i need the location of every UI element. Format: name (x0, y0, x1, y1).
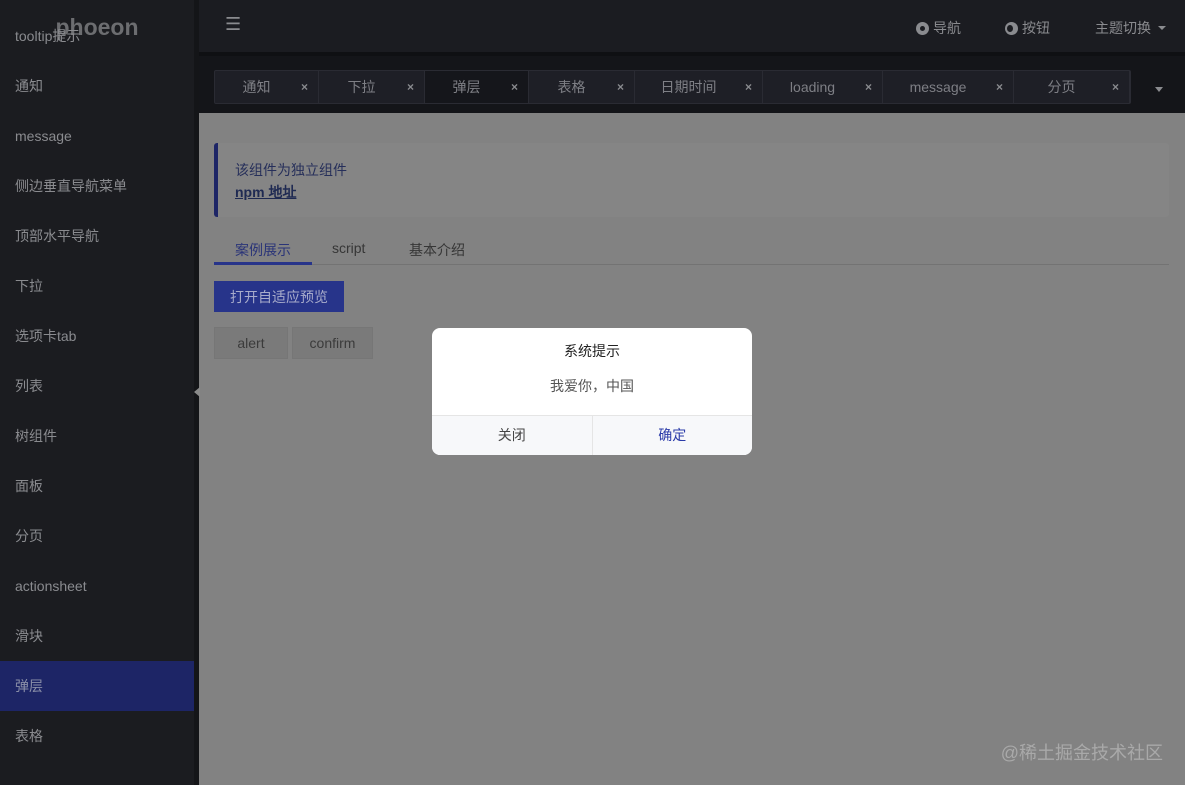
tab-5[interactable]: loading × (763, 71, 883, 103)
tab-intro[interactable]: 基本介绍 (409, 240, 465, 260)
sidebar-item-pagination[interactable]: 分页 (0, 511, 194, 561)
sidebar-item-actionsheet[interactable]: actionsheet (0, 561, 194, 611)
theme-switch-dropdown[interactable]: 主题切换 (1095, 18, 1166, 38)
tab-label: 弹层 (452, 79, 481, 95)
theme-label: 主题切换 (1095, 20, 1151, 36)
tab-label: 表格 (557, 79, 586, 95)
tab-label: message (909, 79, 967, 95)
tab-6[interactable]: message × (883, 71, 1014, 103)
sidebar-item-side-nav[interactable]: 侧边垂直导航菜单 (0, 161, 194, 211)
confirm-dialog: 系统提示 我爱你，中国 关闭 确定 (432, 328, 752, 455)
nav-link[interactable]: 导航 (916, 18, 961, 38)
tab-label: 日期时间 (660, 79, 717, 95)
sidebar-item-notify[interactable]: 通知 (0, 61, 194, 111)
sidebar-item-top-nav[interactable]: 顶部水平导航 (0, 211, 194, 261)
firefox-icon (1005, 21, 1018, 35)
close-icon[interactable]: × (996, 71, 1003, 103)
content-tabs: 案例展示 script 基本介绍 (214, 236, 1169, 265)
caret-down-icon (1158, 26, 1166, 30)
close-icon[interactable]: × (407, 71, 414, 103)
watermark: @稀土掘金技术社区 (1000, 743, 1163, 763)
sidebar-item-tree[interactable]: 树组件 (0, 411, 194, 461)
notice-box: 该组件为独立组件 npm 地址 (214, 143, 1169, 217)
tab-script[interactable]: script (332, 240, 365, 256)
tab-2[interactable]: 弹层 × (425, 71, 529, 103)
sidebar-item-panel[interactable]: 面板 (0, 461, 194, 511)
tab-label: loading (789, 79, 836, 95)
dialog-title: 系统提示 (564, 343, 620, 359)
buttons-link[interactable]: 按钮 (1005, 18, 1050, 38)
tab-0[interactable]: 通知 × (215, 71, 319, 103)
tab-1[interactable]: 下拉 × (319, 71, 425, 103)
tab-demo[interactable]: 案例展示 (235, 240, 291, 260)
tab-label: 下拉 (347, 79, 376, 95)
notice-text: 该组件为独立组件 (235, 162, 347, 178)
dialog-message: 我爱你，中国 (550, 378, 634, 394)
close-icon[interactable]: × (301, 71, 308, 103)
nav-label: 导航 (933, 20, 961, 36)
tab-label: 通知 (242, 79, 271, 95)
dialog-close-button[interactable]: 关闭 (432, 416, 592, 455)
dialog-actions: 关闭 确定 (432, 415, 752, 455)
close-icon[interactable]: × (1112, 71, 1119, 103)
dialog-ok-button[interactable]: 确定 (591, 416, 753, 455)
sidebar-item-tooltip[interactable]: tooltip提示 (0, 11, 194, 61)
close-icon[interactable]: × (865, 71, 872, 103)
open-tabs: 通知 × 下拉 × 弹层 × 表格 × 日期时间 × loading × message × 分页 × (214, 70, 1131, 104)
sidebar-item-tab[interactable]: 选项卡tab (0, 311, 194, 361)
sidebar-menu: tooltip提示 通知 message 侧边垂直导航菜单 顶部水平导航 下拉 … (0, 28, 194, 761)
tab-3[interactable]: 表格 × (529, 71, 635, 103)
sidebar-item-layer[interactable]: 弹层 (0, 661, 194, 711)
sidebar-item-table[interactable]: 表格 (0, 711, 194, 761)
tab-bar: 通知 × 下拉 × 弹层 × 表格 × 日期时间 × loading × message × 分页 × (199, 52, 1185, 113)
sidebar-item-dropdown[interactable]: 下拉 (0, 261, 194, 311)
tab-4[interactable]: 日期时间 × (635, 71, 763, 103)
sidebar-item-slider[interactable]: 滑块 (0, 611, 194, 661)
sidebar-collapse-arrow-icon[interactable] (194, 387, 200, 397)
npm-link[interactable]: npm 地址 (235, 184, 296, 200)
tabs-more-caret-icon[interactable] (1155, 87, 1163, 92)
close-icon[interactable]: × (511, 71, 518, 103)
tab-7[interactable]: 分页 × (1014, 71, 1130, 103)
menu-toggle-icon[interactable]: ☰ (225, 14, 241, 35)
chrome-icon (916, 21, 929, 35)
tab-label: 分页 (1047, 79, 1076, 95)
sidebar-item-list[interactable]: 列表 (0, 361, 194, 411)
alert-button[interactable]: alert (214, 327, 288, 359)
sidebar: phoeon tooltip提示 通知 message 侧边垂直导航菜单 顶部水… (0, 0, 194, 785)
active-tab-indicator (214, 262, 312, 265)
close-icon[interactable]: × (617, 71, 624, 103)
close-icon[interactable]: × (745, 71, 752, 103)
sidebar-item-message[interactable]: message (0, 111, 194, 161)
open-preview-button[interactable]: 打开自适应预览 (214, 281, 344, 312)
buttons-label: 按钮 (1022, 20, 1050, 36)
confirm-button[interactable]: confirm (292, 327, 373, 359)
top-header: ☰ 导航 按钮 主题切换 (199, 0, 1185, 52)
